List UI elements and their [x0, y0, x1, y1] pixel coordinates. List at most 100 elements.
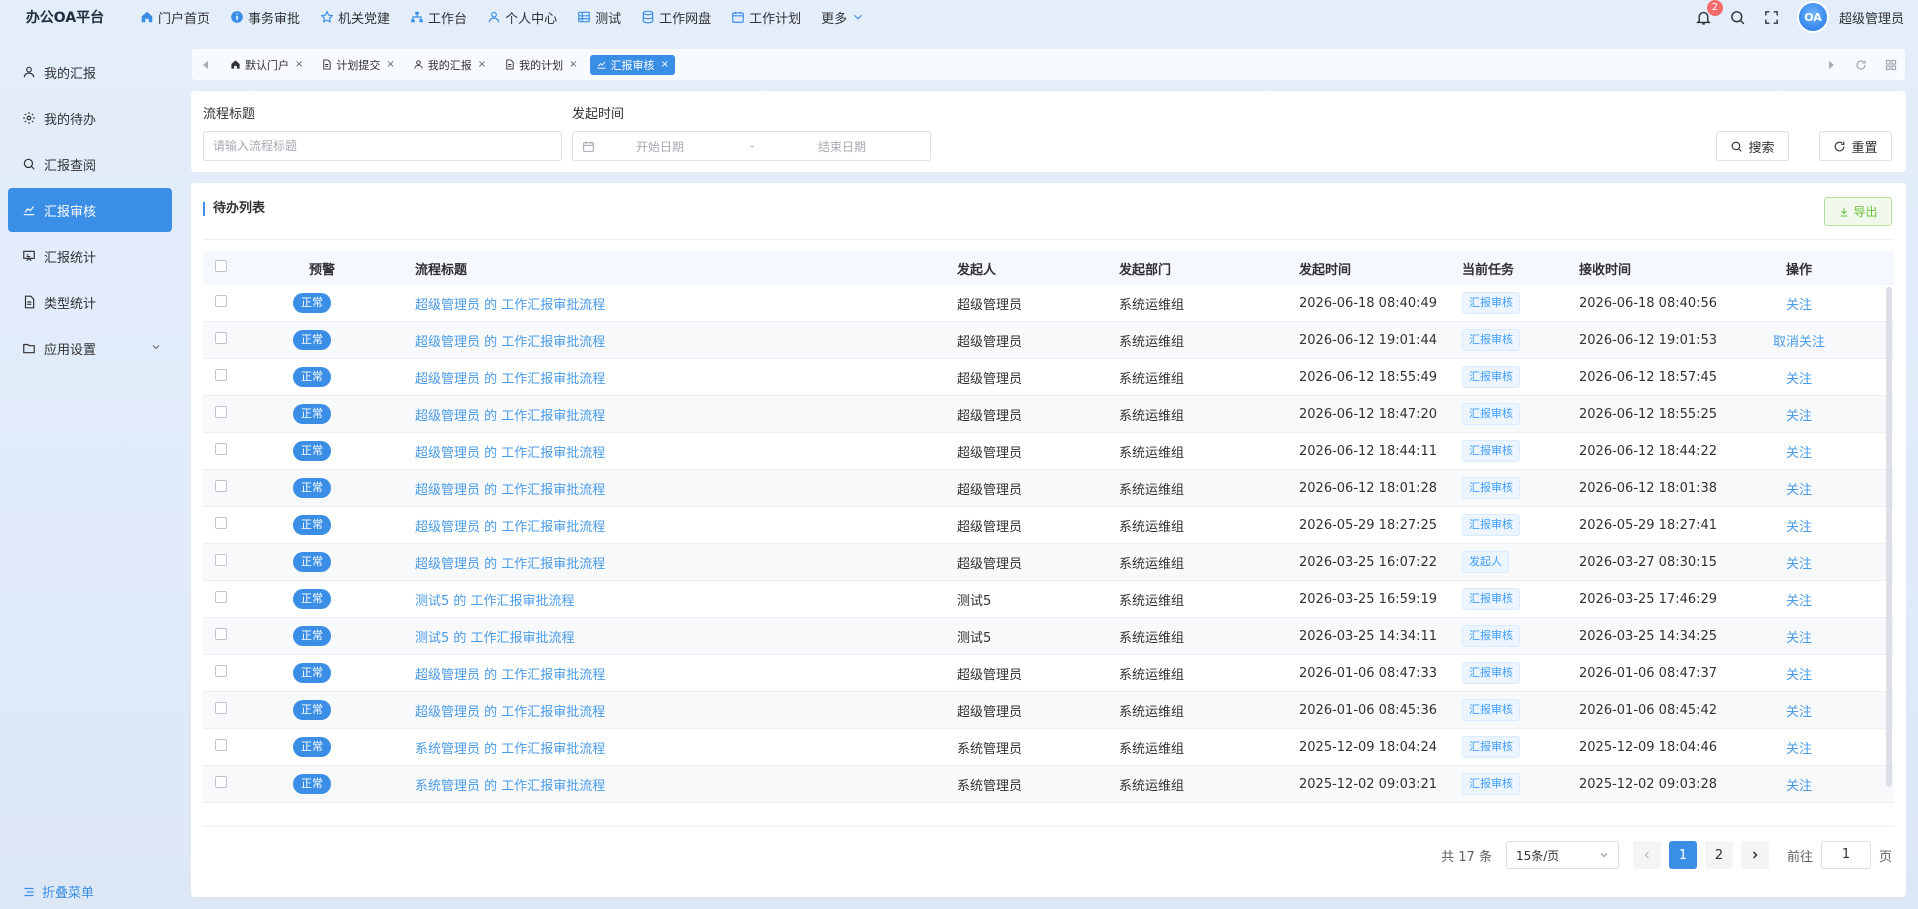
avatar[interactable]: OA — [1796, 1, 1829, 33]
tabs-refresh[interactable] — [1847, 49, 1875, 80]
table-row[interactable]: 正常 测试5 的 工作汇报审批流程 测试5 系统运维组 2026-03-25 16:59… — [203, 581, 1894, 618]
goto-page-input[interactable]: 1 — [1820, 841, 1871, 869]
close-icon[interactable]: × — [661, 59, 669, 70]
page-size-select[interactable]: 15条/页 — [1505, 841, 1619, 869]
row-checkbox[interactable] — [215, 443, 227, 455]
next-page-button[interactable] — [1740, 841, 1769, 869]
nav-item-3[interactable]: 工作台 — [400, 0, 477, 34]
process-title-link[interactable]: 超级管理员 的 工作汇报审批流程 — [415, 335, 605, 350]
reset-button[interactable]: 重置 — [1819, 131, 1892, 161]
nav-item-8[interactable]: 更多 — [811, 0, 875, 34]
row-checkbox[interactable] — [215, 517, 227, 529]
prev-page-button[interactable] — [1632, 841, 1661, 869]
process-title-link[interactable]: 系统管理员 的 工作汇报审批流程 — [415, 779, 605, 794]
tab-0[interactable]: 默认门户 × — [224, 55, 309, 75]
table-row[interactable]: 正常 超级管理员 的 工作汇报审批流程 超级管理员 系统运维组 2026-01-06 0… — [203, 655, 1894, 692]
row-checkbox[interactable] — [215, 591, 227, 603]
row-checkbox[interactable] — [215, 295, 227, 307]
nav-item-2[interactable]: 机关党建 — [310, 0, 400, 34]
row-checkbox[interactable] — [215, 628, 227, 640]
sidebar-item-6[interactable]: 应用设置 — [8, 326, 172, 370]
nav-item-0[interactable]: 门户首页 — [130, 0, 220, 34]
tab-4[interactable]: 汇报审核 × — [589, 54, 675, 75]
tabs-scroll-right[interactable] — [1817, 49, 1845, 80]
search-button[interactable]: 搜索 — [1716, 131, 1789, 161]
table-row[interactable]: 正常 超级管理员 的 工作汇报审批流程 超级管理员 系统运维组 2026-03-25 1… — [203, 544, 1894, 581]
table-row[interactable]: 正常 超级管理员 的 工作汇报审批流程 超级管理员 系统运维组 2026-06-12 1… — [203, 322, 1894, 359]
process-title-link[interactable]: 超级管理员 的 工作汇报审批流程 — [415, 372, 605, 387]
export-button[interactable]: 导出 — [1824, 197, 1892, 226]
follow-action-link[interactable]: 关注 — [1786, 742, 1812, 757]
collapse-menu-button[interactable]: 折叠菜单 — [22, 882, 94, 901]
date-range-picker[interactable]: 开始日期 - 结束日期 — [572, 131, 931, 161]
table-row[interactable]: 正常 测试5 的 工作汇报审批流程 测试5 系统运维组 2026-03-25 14:34… — [203, 618, 1894, 655]
table-row[interactable]: 正常 超级管理员 的 工作汇报审批流程 超级管理员 系统运维组 2026-05-29 1… — [203, 507, 1894, 544]
table-row[interactable]: 正常 系统管理员 的 工作汇报审批流程 系统管理员 系统运维组 2025-12-02 0… — [203, 766, 1894, 803]
nav-item-6[interactable]: 工作网盘 — [631, 0, 721, 34]
nav-item-7[interactable]: 工作计划 — [721, 0, 811, 34]
nav-item-5[interactable]: 测试 — [567, 0, 631, 34]
close-icon[interactable]: × — [386, 59, 394, 70]
sidebar-item-5[interactable]: 类型统计 — [8, 280, 172, 324]
table-row[interactable]: 正常 超级管理员 的 工作汇报审批流程 超级管理员 系统运维组 2026-06-18 0… — [203, 285, 1894, 322]
row-checkbox[interactable] — [215, 406, 227, 418]
tabs-scroll-left[interactable] — [192, 49, 220, 80]
tabs-menu[interactable] — [1877, 49, 1905, 80]
table-row[interactable]: 正常 超级管理员 的 工作汇报审批流程 超级管理员 系统运维组 2026-06-12 1… — [203, 359, 1894, 396]
row-checkbox[interactable] — [215, 776, 227, 788]
tab-2[interactable]: 我的汇报 × — [407, 55, 492, 75]
title-filter-field[interactable] — [203, 131, 562, 161]
table-row[interactable]: 正常 超级管理员 的 工作汇报审批流程 超级管理员 系统运维组 2026-06-12 1… — [203, 470, 1894, 507]
follow-action-link[interactable]: 关注 — [1786, 705, 1812, 720]
table-row[interactable]: 正常 超级管理员 的 工作汇报审批流程 超级管理员 系统运维组 2026-01-06 0… — [203, 692, 1894, 729]
process-title-link[interactable]: 测试5 的 工作汇报审批流程 — [415, 594, 575, 609]
process-title-link[interactable]: 超级管理员 的 工作汇报审批流程 — [415, 557, 605, 572]
process-title-link[interactable]: 超级管理员 的 工作汇报审批流程 — [415, 705, 605, 720]
tab-1[interactable]: 计划提交 × — [315, 55, 400, 75]
process-title-link[interactable]: 超级管理员 的 工作汇报审批流程 — [415, 298, 605, 313]
nav-item-1[interactable]: 事务审批 — [220, 0, 310, 34]
follow-action-link[interactable]: 关注 — [1786, 483, 1812, 498]
follow-action-link[interactable]: 取消关注 — [1773, 335, 1825, 350]
process-title-link[interactable]: 测试5 的 工作汇报审批流程 — [415, 631, 575, 646]
select-all-checkbox[interactable] — [215, 260, 227, 272]
follow-action-link[interactable]: 关注 — [1786, 446, 1812, 461]
username[interactable]: 超级管理员 — [1839, 8, 1904, 27]
fullscreen-button[interactable] — [1763, 8, 1781, 26]
start-date-placeholder[interactable]: 开始日期 — [636, 138, 684, 155]
notification-bell[interactable]: 2 — [1695, 0, 1723, 26]
process-title-link[interactable]: 超级管理员 的 工作汇报审批流程 — [415, 483, 605, 498]
row-checkbox[interactable] — [215, 739, 227, 751]
follow-action-link[interactable]: 关注 — [1786, 409, 1812, 424]
close-icon[interactable]: × — [569, 59, 577, 70]
process-title-link[interactable]: 超级管理员 的 工作汇报审批流程 — [415, 520, 605, 535]
row-checkbox[interactable] — [215, 665, 227, 677]
tab-3[interactable]: 我的计划 × — [498, 55, 583, 75]
end-date-placeholder[interactable]: 结束日期 — [818, 138, 866, 155]
process-title-link[interactable]: 超级管理员 的 工作汇报审批流程 — [415, 446, 605, 461]
follow-action-link[interactable]: 关注 — [1786, 668, 1812, 683]
row-checkbox[interactable] — [215, 480, 227, 492]
follow-action-link[interactable]: 关注 — [1786, 779, 1812, 794]
row-checkbox[interactable] — [215, 332, 227, 344]
follow-action-link[interactable]: 关注 — [1786, 298, 1812, 313]
table-scrollbar[interactable] — [1886, 287, 1892, 787]
follow-action-link[interactable]: 关注 — [1786, 631, 1812, 646]
page-number-button[interactable]: 1 — [1668, 841, 1697, 869]
title-filter-input[interactable] — [213, 139, 561, 153]
global-search-button[interactable] — [1729, 8, 1747, 26]
sidebar-item-3[interactable]: 汇报审核 — [8, 188, 172, 232]
process-title-link[interactable]: 超级管理员 的 工作汇报审批流程 — [415, 668, 605, 683]
nav-item-4[interactable]: 个人中心 — [477, 0, 567, 34]
process-title-link[interactable]: 超级管理员 的 工作汇报审批流程 — [415, 409, 605, 424]
follow-action-link[interactable]: 关注 — [1786, 557, 1812, 572]
page-number-button[interactable]: 2 — [1704, 841, 1733, 869]
sidebar-item-4[interactable]: 汇报统计 — [8, 234, 172, 278]
sidebar-item-1[interactable]: 我的待办 — [8, 96, 172, 140]
close-icon[interactable]: × — [295, 59, 303, 70]
table-row[interactable]: 正常 超级管理员 的 工作汇报审批流程 超级管理员 系统运维组 2026-06-12 1… — [203, 433, 1894, 470]
sidebar-item-0[interactable]: 我的汇报 — [8, 50, 172, 94]
follow-action-link[interactable]: 关注 — [1786, 520, 1812, 535]
row-checkbox[interactable] — [215, 702, 227, 714]
table-row[interactable]: 正常 超级管理员 的 工作汇报审批流程 超级管理员 系统运维组 2026-06-12 1… — [203, 396, 1894, 433]
